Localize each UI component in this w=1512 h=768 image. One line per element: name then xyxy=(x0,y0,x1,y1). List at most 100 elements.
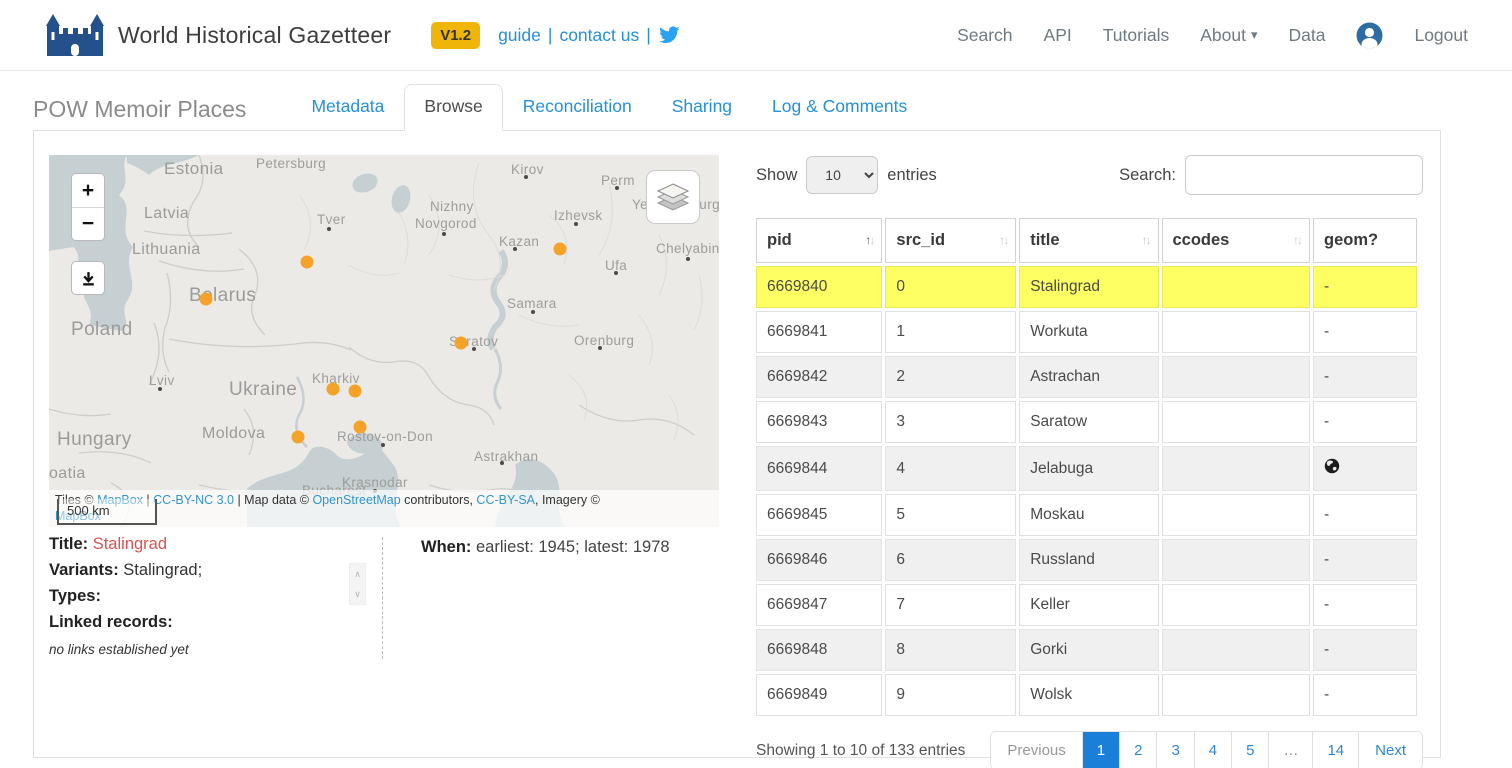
whg-castle-logo-icon[interactable] xyxy=(45,12,105,58)
table-row[interactable]: 6669841 1 Workuta - xyxy=(756,311,1417,353)
ccbysa-link[interactable]: CC-BY-SA xyxy=(476,493,535,507)
variants-scroll-down-icon[interactable]: ∨ xyxy=(350,584,365,604)
variants-value: Stalingrad; xyxy=(123,561,202,579)
column-header-ccodes[interactable]: ccodes ↑↓ xyxy=(1162,218,1310,263)
tabs: Metadata Browse Reconciliation Sharing L… xyxy=(291,84,927,130)
user-avatar-icon[interactable] xyxy=(1356,22,1383,49)
map-city-dot-icon xyxy=(327,227,331,231)
column-header-title[interactable]: title ↑↓ xyxy=(1019,218,1158,263)
tab-browse[interactable]: Browse xyxy=(404,84,502,131)
map-layers-button[interactable] xyxy=(646,170,700,224)
cell-geom xyxy=(1313,446,1417,491)
entries-label: entries xyxy=(887,166,937,185)
nav-tutorials[interactable]: Tutorials xyxy=(1103,25,1169,46)
nav-data[interactable]: Data xyxy=(1289,25,1326,46)
map-marker[interactable] xyxy=(301,256,314,269)
browse-tab-content: EstoniaLatviaLithuaniaBelarusPolandUkrai… xyxy=(33,131,1441,758)
table-row[interactable]: 6669849 9 Wolsk - xyxy=(756,674,1417,716)
cell-ccodes xyxy=(1162,266,1310,308)
pagination-page-3[interactable]: 3 xyxy=(1156,732,1193,768)
table-row[interactable]: 6669843 3 Saratow - xyxy=(756,401,1417,443)
title-value: Stalingrad xyxy=(93,535,167,553)
app-title: World Historical Gazetteer xyxy=(118,22,391,49)
column-header-pid[interactable]: pid ↑↓ xyxy=(756,218,882,263)
map-city-label: Samara xyxy=(507,296,557,311)
places-table: pid ↑↓ src_id ↑↓ title ↑↓ ccodes xyxy=(753,215,1420,719)
table-row[interactable]: 6669844 4 Jelabuga xyxy=(756,446,1417,491)
map-city-dot-icon xyxy=(615,186,619,190)
map-marker[interactable] xyxy=(455,337,468,350)
pagination-page-1[interactable]: 1 xyxy=(1082,732,1119,768)
variants-label: Variants: xyxy=(49,561,119,579)
osm-link[interactable]: OpenStreetMap xyxy=(312,493,400,507)
pagination-previous[interactable]: Previous xyxy=(991,732,1081,768)
map-marker[interactable] xyxy=(349,385,362,398)
cell-title: Gorki xyxy=(1019,629,1158,671)
details-divider xyxy=(382,537,383,659)
cell-ccodes xyxy=(1162,494,1310,536)
pagination-page-14[interactable]: 14 xyxy=(1312,732,1358,768)
guide-link[interactable]: guide xyxy=(498,25,541,46)
sort-icon: ↑↓ xyxy=(1293,233,1301,247)
table-row[interactable]: 6669847 7 Keller - xyxy=(756,584,1417,626)
map-marker[interactable] xyxy=(354,421,367,434)
tab-sharing[interactable]: Sharing xyxy=(652,84,752,131)
zoom-out-button[interactable]: − xyxy=(72,207,104,240)
map-city-label: Petersburg xyxy=(256,156,326,171)
map-zoom-control: + − xyxy=(71,173,105,241)
sort-icon: ↑↓ xyxy=(999,233,1007,247)
table-row-selected[interactable]: 6669840 0 Stalingrad - xyxy=(756,266,1417,308)
cell-pid: 6669843 xyxy=(756,401,882,443)
variants-scroll-up-icon[interactable]: ∧ xyxy=(350,564,365,584)
map-city-dot-icon xyxy=(381,443,385,447)
license-link[interactable]: CC-BY-NC 3.0 xyxy=(153,493,234,507)
map-marker[interactable] xyxy=(554,243,567,256)
map-city-label: Nizhny xyxy=(430,199,474,214)
when-value: earliest: 1945; latest: 1978 xyxy=(476,538,670,556)
pagination-next[interactable]: Next xyxy=(1358,732,1422,768)
map[interactable]: EstoniaLatviaLithuaniaBelarusPolandUkrai… xyxy=(49,155,719,527)
pagination-page-2[interactable]: 2 xyxy=(1119,732,1156,768)
cell-title: Russland xyxy=(1019,539,1158,581)
cell-src-id: 3 xyxy=(885,401,1016,443)
table-row[interactable]: 6669845 5 Moskau - xyxy=(756,494,1417,536)
nav-logout[interactable]: Logout xyxy=(1414,25,1468,46)
tab-metadata[interactable]: Metadata xyxy=(291,84,404,131)
layers-icon xyxy=(657,182,689,212)
cell-geom: - xyxy=(1313,401,1417,443)
table-row[interactable]: 6669846 6 Russland - xyxy=(756,539,1417,581)
map-country-label: Poland xyxy=(71,319,133,341)
map-city-dot-icon xyxy=(472,347,476,351)
pagination-ellipsis: … xyxy=(1268,732,1312,768)
cell-title: Keller xyxy=(1019,584,1158,626)
table-row[interactable]: 6669842 2 Astrachan - xyxy=(756,356,1417,398)
map-marker[interactable] xyxy=(292,431,305,444)
cell-title: Moskau xyxy=(1019,494,1158,536)
column-label: title xyxy=(1030,231,1059,249)
map-city-dot-icon xyxy=(442,232,446,236)
tab-reconciliation[interactable]: Reconciliation xyxy=(503,84,652,131)
cell-ccodes xyxy=(1162,311,1310,353)
cell-geom: - xyxy=(1313,674,1417,716)
map-city-label: Chelyabinsk xyxy=(656,241,719,256)
twitter-icon[interactable] xyxy=(658,26,680,45)
column-header-src-id[interactable]: src_id ↑↓ xyxy=(885,218,1016,263)
zoom-in-button[interactable]: + xyxy=(72,174,104,207)
map-city-label: Novgorod xyxy=(415,216,477,231)
sort-icon: ↑↓ xyxy=(1142,233,1150,247)
pagination-page-4[interactable]: 4 xyxy=(1194,732,1231,768)
nav-about-dropdown[interactable]: About ▾ xyxy=(1200,25,1257,46)
page-length-select[interactable]: 10 xyxy=(806,156,878,194)
search-input[interactable] xyxy=(1185,155,1423,195)
table-row[interactable]: 6669848 8 Gorki - xyxy=(756,629,1417,671)
nav-api[interactable]: API xyxy=(1044,25,1072,46)
tab-log-comments[interactable]: Log & Comments xyxy=(752,84,927,131)
pagination-page-5[interactable]: 5 xyxy=(1231,732,1268,768)
map-download-button[interactable] xyxy=(71,261,105,295)
map-city-label: Tver xyxy=(317,212,346,227)
variants-scrollbar: ∧ ∨ xyxy=(349,563,366,605)
map-marker[interactable] xyxy=(327,383,340,396)
map-marker[interactable] xyxy=(200,293,213,306)
contact-link[interactable]: contact us xyxy=(559,25,639,46)
nav-search[interactable]: Search xyxy=(957,25,1012,46)
